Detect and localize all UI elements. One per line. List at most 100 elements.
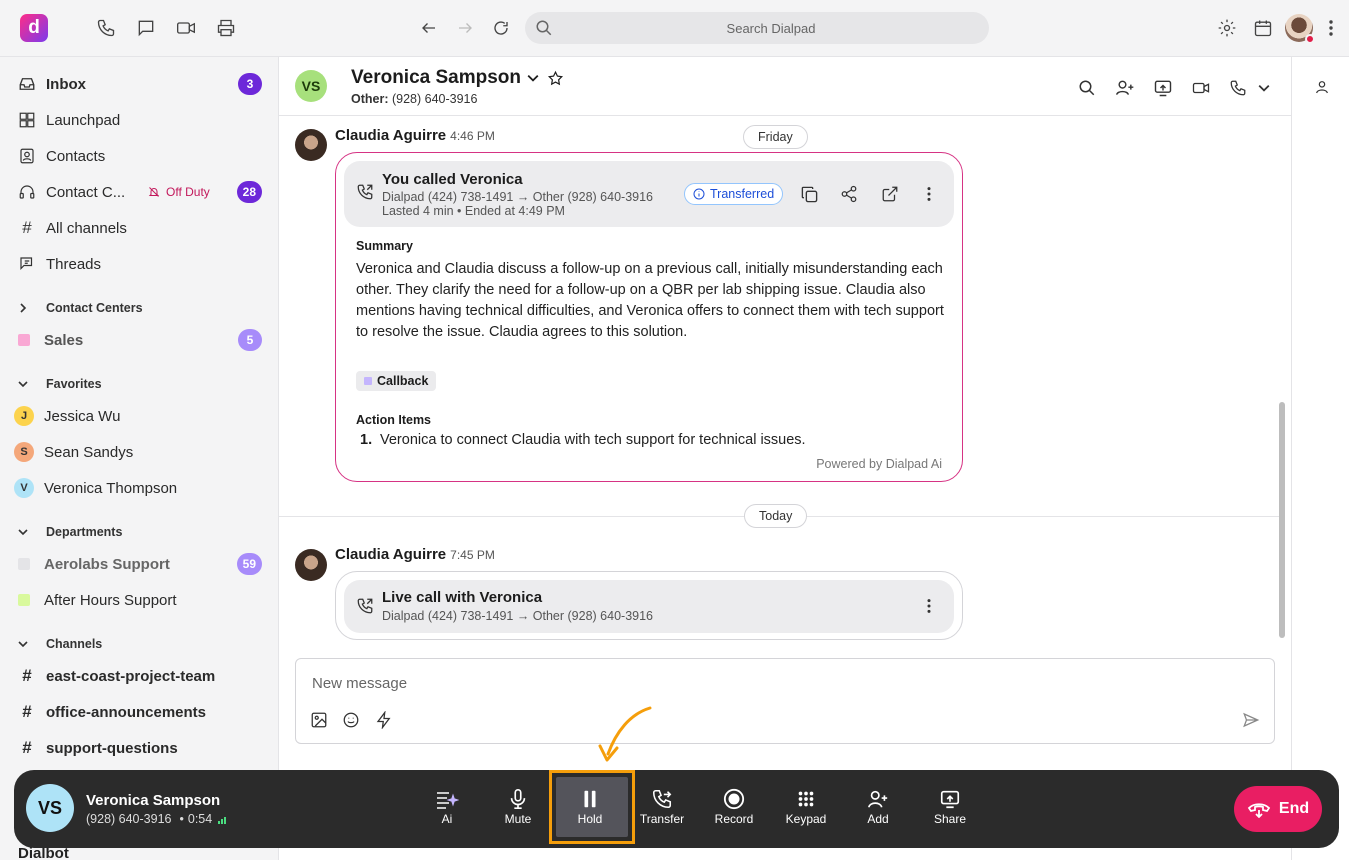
contact-name[interactable]: Veronica Sampson	[351, 67, 564, 89]
message-icon[interactable]	[134, 16, 158, 40]
sidebar-item-contacts[interactable]: Contacts	[0, 139, 278, 173]
call-record-row[interactable]: Live call with Veronica Dialpad (424) 73…	[344, 580, 954, 633]
keypad-icon	[795, 788, 817, 812]
sidebar-item-label: Contact C...	[46, 183, 126, 201]
channel-office-announcements[interactable]: # office-announcements	[0, 695, 278, 729]
add-button[interactable]: Add	[846, 788, 910, 832]
color-swatch	[18, 558, 30, 570]
conversation-header: VS Veronica Sampson Other: (928) 640-391…	[279, 57, 1291, 116]
contacts-icon	[18, 147, 36, 165]
channel-east-coast-project-team[interactable]: # east-coast-project-team	[0, 659, 278, 693]
sidebar-item-contact-center[interactable]: Contact C... Off Duty 28	[0, 175, 278, 209]
calendar-icon[interactable]	[1251, 16, 1275, 40]
sidebar-item-label: Threads	[46, 255, 102, 273]
star-icon[interactable]	[547, 70, 564, 87]
favorite-veronica-thompson[interactable]: V Veronica Thompson	[0, 471, 278, 505]
send-icon[interactable]	[1242, 711, 1260, 729]
record-icon	[723, 788, 745, 812]
external-link-icon[interactable]	[881, 185, 899, 203]
hash-icon: #	[22, 702, 32, 721]
right-rail	[1291, 57, 1349, 860]
ai-button[interactable]: Ai	[415, 788, 479, 832]
annotation-arrow	[598, 706, 652, 762]
hash-icon: #	[22, 218, 32, 237]
emoji-icon[interactable]	[342, 711, 360, 729]
unread-badge: 3	[238, 73, 262, 95]
record-button[interactable]: Record	[702, 788, 766, 832]
avatar[interactable]	[295, 549, 327, 581]
ai-call-summary-card: You called Veronica Dialpad (424) 738-14…	[335, 152, 963, 482]
contact-avatar[interactable]: VS	[295, 70, 327, 102]
favorite-sean-sandys[interactable]: S Sean Sandys	[0, 435, 278, 469]
caller-avatar[interactable]: VS	[26, 784, 74, 832]
department-aerolabs-support[interactable]: Aerolabs Support 59	[0, 547, 278, 581]
count-badge: 28	[236, 181, 262, 203]
call-route: Dialpad (424) 738-1491 → Other (928) 640…	[382, 609, 654, 623]
section-contact-centers[interactable]: Contact Centers	[18, 301, 143, 315]
pause-icon	[579, 788, 601, 812]
call-record-row[interactable]: You called Veronica Dialpad (424) 738-14…	[344, 161, 954, 227]
screen-share-icon	[939, 788, 961, 812]
copy-icon[interactable]	[800, 185, 819, 204]
phone-icon[interactable]	[94, 16, 118, 40]
phone-icon[interactable]	[1227, 77, 1249, 99]
headset-icon	[18, 183, 36, 201]
call-route: Dialpad (424) 738-1491 → Other (928) 640…	[382, 190, 654, 204]
more-vertical-icon[interactable]	[926, 598, 932, 614]
chevron-down-icon[interactable]	[1253, 77, 1275, 99]
sidebar-item-threads[interactable]: Threads	[0, 247, 278, 281]
channel-support-questions[interactable]: # support-questions	[0, 731, 278, 765]
hold-button[interactable]: Hold	[558, 788, 622, 832]
summary-heading: Summary	[356, 239, 413, 253]
caller-name: Veronica Sampson	[86, 792, 221, 809]
video-icon[interactable]	[174, 16, 198, 40]
person-icon[interactable]	[1314, 79, 1330, 95]
share-button[interactable]: Share	[918, 788, 982, 832]
user-avatar[interactable]	[1285, 14, 1315, 44]
mute-button[interactable]: Mute	[486, 788, 550, 832]
section-favorites[interactable]: Favorites	[18, 377, 102, 391]
status-badge: Transferred	[684, 183, 784, 205]
gear-icon[interactable]	[1215, 16, 1239, 40]
hash-icon: #	[22, 738, 32, 757]
favorite-jessica-wu[interactable]: J Jessica Wu	[0, 399, 278, 433]
search-icon[interactable]	[1076, 77, 1098, 99]
video-icon[interactable]	[1190, 77, 1212, 99]
conversation-panel: VS Veronica Sampson Other: (928) 640-391…	[279, 57, 1291, 860]
powered-by-label: Powered by Dialpad Ai	[816, 457, 942, 471]
department-after-hours-support[interactable]: After Hours Support	[0, 583, 278, 617]
sidebar-item-sales[interactable]: Sales 5	[0, 323, 278, 357]
sidebar-item-launchpad[interactable]: Launchpad	[0, 103, 278, 137]
sidebar-item-all-channels[interactable]: # All channels	[0, 211, 278, 245]
callback-tag: Callback	[356, 371, 437, 391]
scrollbar[interactable]	[1279, 402, 1285, 638]
active-call-bar: VS Veronica Sampson (928) 640-3916 • 0:5…	[14, 770, 1339, 848]
end-call-button[interactable]: End	[1234, 786, 1322, 832]
avatar: J	[14, 406, 34, 426]
section-departments[interactable]: Departments	[18, 525, 122, 539]
share-icon[interactable]	[840, 185, 858, 203]
sidebar-item-inbox[interactable]: Inbox 3	[0, 67, 278, 101]
keypad-button[interactable]: Keypad	[774, 788, 838, 832]
printer-icon[interactable]	[214, 16, 238, 40]
add-person-icon[interactable]	[1114, 77, 1136, 99]
more-vertical-icon[interactable]	[1319, 16, 1343, 40]
hangup-icon	[1247, 800, 1271, 818]
lightning-icon[interactable]	[375, 711, 393, 729]
avatar[interactable]	[295, 129, 327, 161]
section-channels[interactable]: Channels	[18, 637, 102, 651]
message-input[interactable]	[312, 675, 1212, 697]
chevron-down-icon[interactable]	[527, 72, 539, 84]
refresh-icon[interactable]	[489, 16, 513, 40]
back-arrow-icon[interactable]	[417, 16, 441, 40]
forward-arrow-icon[interactable]	[453, 16, 477, 40]
search-bar[interactable]	[525, 12, 989, 44]
dialpad-logo[interactable]: d	[20, 14, 48, 42]
more-vertical-icon[interactable]	[926, 186, 932, 202]
image-icon[interactable]	[310, 711, 328, 729]
date-separator: Today	[744, 504, 808, 528]
screen-share-icon[interactable]	[1152, 77, 1174, 99]
search-input[interactable]	[561, 12, 981, 44]
transfer-button[interactable]: Transfer	[630, 788, 694, 832]
action-item-number: 1.	[360, 432, 373, 448]
